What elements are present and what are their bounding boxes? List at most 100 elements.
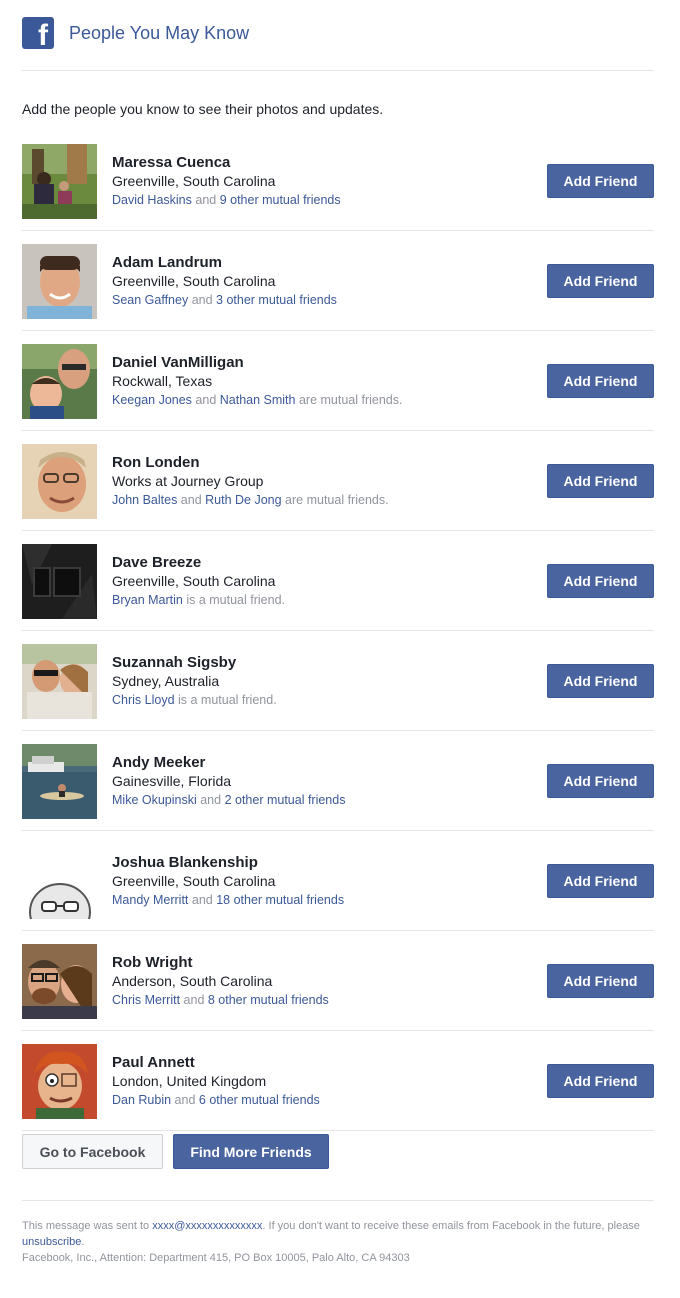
footer-sent-suffix: . If you don't want to receive these ema… (262, 1220, 640, 1232)
mutual-friend-link[interactable]: 8 other mutual friends (208, 993, 329, 1007)
profile-photo[interactable] (22, 744, 97, 819)
add-friend-button[interactable]: Add Friend (547, 464, 654, 498)
mutual-friend-link[interactable]: John Baltes (112, 493, 177, 507)
unsubscribe-link[interactable]: unsubscribe (22, 1236, 81, 1248)
footer-email-link[interactable]: xxxx@xxxxxxxxxxxxxx (152, 1220, 262, 1232)
person-location: Greenville, South Carolina (112, 173, 276, 189)
mutual-friends: David Haskins and 9 other mutual friends (112, 191, 341, 210)
person-row: Paul Annett London, United Kingdom Dan R… (22, 1031, 654, 1131)
profile-photo[interactable] (22, 944, 97, 1019)
person-row: Daniel VanMilligan Rockwall, Texas Keega… (22, 331, 654, 431)
person-name[interactable]: Paul Annett (112, 1053, 320, 1072)
action-buttons: Go to Facebook Find More Friends (22, 1132, 654, 1200)
mutual-friends: Chris Merritt and 8 other mutual friends (112, 991, 329, 1010)
add-friend-button[interactable]: Add Friend (547, 764, 654, 798)
mutual-friend-link[interactable]: 9 other mutual friends (220, 193, 341, 207)
email-header: f People You May Know (22, 0, 654, 71)
mutual-friend-link[interactable]: Nathan Smith (220, 393, 296, 407)
add-friend-button[interactable]: Add Friend (547, 364, 654, 398)
mutual-friend-link[interactable]: 6 other mutual friends (199, 1093, 320, 1107)
add-friend-button[interactable]: Add Friend (547, 564, 654, 598)
add-friend-button[interactable]: Add Friend (547, 164, 654, 198)
mutual-friends: John Baltes and Ruth De Jong are mutual … (112, 491, 389, 510)
profile-photo[interactable] (22, 444, 97, 519)
person-location: Anderson, South Carolina (112, 973, 273, 989)
mutual-friend-link[interactable]: Mandy Merritt (112, 893, 188, 907)
add-friend-button[interactable]: Add Friend (547, 264, 654, 298)
person-row: Joshua Blankenship Greenville, South Car… (22, 831, 654, 931)
add-friend-button[interactable]: Add Friend (547, 964, 654, 998)
person-name[interactable]: Joshua Blankenship (112, 853, 344, 872)
profile-photo[interactable] (22, 544, 97, 619)
person-row: Andy Meeker Gainesville, Florida Mike Ok… (22, 731, 654, 831)
person-row: Suzannah Sigsby Sydney, Australia Chris … (22, 631, 654, 731)
email-container: f People You May Know Add the people you… (22, 0, 654, 1266)
page-title: People You May Know (69, 22, 250, 43)
add-friend-button[interactable]: Add Friend (547, 664, 654, 698)
mutual-friend-link[interactable]: Mike Okupinski (112, 793, 197, 807)
profile-photo[interactable] (22, 1044, 97, 1119)
mutual-friend-link[interactable]: Chris Lloyd (112, 693, 175, 707)
person-location: Greenville, South Carolina (112, 573, 276, 589)
person-info: Andy Meeker Gainesville, Florida Mike Ok… (112, 753, 345, 810)
person-name[interactable]: Maressa Cuenca (112, 153, 341, 172)
mutual-friend-link[interactable]: Ruth De Jong (205, 493, 281, 507)
facebook-logo-icon[interactable]: f (22, 17, 54, 52)
person-location: Greenville, South Carolina (112, 273, 276, 289)
mutual-friends: Mandy Merritt and 18 other mutual friend… (112, 891, 344, 910)
mutual-friends: Mike Okupinski and 2 other mutual friend… (112, 791, 345, 810)
profile-photo[interactable] (22, 144, 97, 219)
footer-notice: This message was sent to xxxx@xxxxxxxxxx… (22, 1218, 654, 1250)
profile-photo[interactable] (22, 844, 97, 919)
mutual-text: and (188, 293, 217, 307)
mutual-tail: are mutual friends. (281, 493, 389, 507)
mutual-text: is a mutual friend. (174, 693, 277, 707)
mutual-friend-link[interactable]: Bryan Martin (112, 593, 183, 607)
facebook-logo-letter: f (38, 19, 48, 52)
mutual-text: and (177, 493, 206, 507)
footer-sent-prefix: This message was sent to (22, 1220, 153, 1232)
mutual-text: and (191, 193, 220, 207)
person-row: Maressa Cuenca Greenville, South Carolin… (22, 131, 654, 231)
mutual-friend-link[interactable]: 3 other mutual friends (216, 293, 337, 307)
add-friend-button[interactable]: Add Friend (547, 864, 654, 898)
mutual-text: and (171, 1093, 199, 1107)
person-info: Suzannah Sigsby Sydney, Australia Chris … (112, 653, 277, 710)
person-info: Paul Annett London, United Kingdom Dan R… (112, 1053, 320, 1110)
profile-photo[interactable] (22, 344, 97, 419)
person-name[interactable]: Daniel VanMilligan (112, 353, 402, 372)
mutual-friend-link[interactable]: David Haskins (112, 193, 192, 207)
mutual-text: and (188, 893, 217, 907)
person-name[interactable]: Rob Wright (112, 953, 329, 972)
person-name[interactable]: Ron Londen (112, 453, 389, 472)
mutual-friend-link[interactable]: Keegan Jones (112, 393, 192, 407)
email-footer: This message was sent to xxxx@xxxxxxxxxx… (22, 1200, 654, 1266)
go-to-facebook-button[interactable]: Go to Facebook (22, 1134, 163, 1169)
mutual-text: and (196, 793, 225, 807)
mutual-text: is a mutual friend. (182, 593, 285, 607)
person-info: Maressa Cuenca Greenville, South Carolin… (112, 153, 341, 210)
add-friend-button[interactable]: Add Friend (547, 1064, 654, 1098)
person-name[interactable]: Suzannah Sigsby (112, 653, 277, 672)
person-name[interactable]: Dave Breeze (112, 553, 285, 572)
mutual-friends: Sean Gaffney and 3 other mutual friends (112, 291, 337, 310)
person-location: Greenville, South Carolina (112, 873, 276, 889)
mutual-friend-link[interactable]: Sean Gaffney (112, 293, 188, 307)
footer-period: . (81, 1236, 85, 1248)
person-row: Dave Breeze Greenville, South Carolina B… (22, 531, 654, 631)
mutual-friends: Keegan Jones and Nathan Smith are mutual… (112, 391, 402, 410)
person-location: Sydney, Australia (112, 673, 220, 689)
mutual-friend-link[interactable]: 2 other mutual friends (225, 793, 346, 807)
profile-photo[interactable] (22, 644, 97, 719)
person-info: Rob Wright Anderson, South Carolina Chri… (112, 953, 329, 1010)
mutual-friend-link[interactable]: Chris Merritt (112, 993, 180, 1007)
person-name[interactable]: Andy Meeker (112, 753, 345, 772)
profile-photo[interactable] (22, 244, 97, 319)
mutual-tail: are mutual friends. (295, 393, 403, 407)
person-name[interactable]: Adam Landrum (112, 253, 337, 272)
person-info: Adam Landrum Greenville, South Carolina … (112, 253, 337, 310)
mutual-friend-link[interactable]: 18 other mutual friends (216, 893, 344, 907)
find-more-friends-button[interactable]: Find More Friends (173, 1134, 329, 1169)
person-row: Adam Landrum Greenville, South Carolina … (22, 231, 654, 331)
mutual-friend-link[interactable]: Dan Rubin (112, 1093, 171, 1107)
